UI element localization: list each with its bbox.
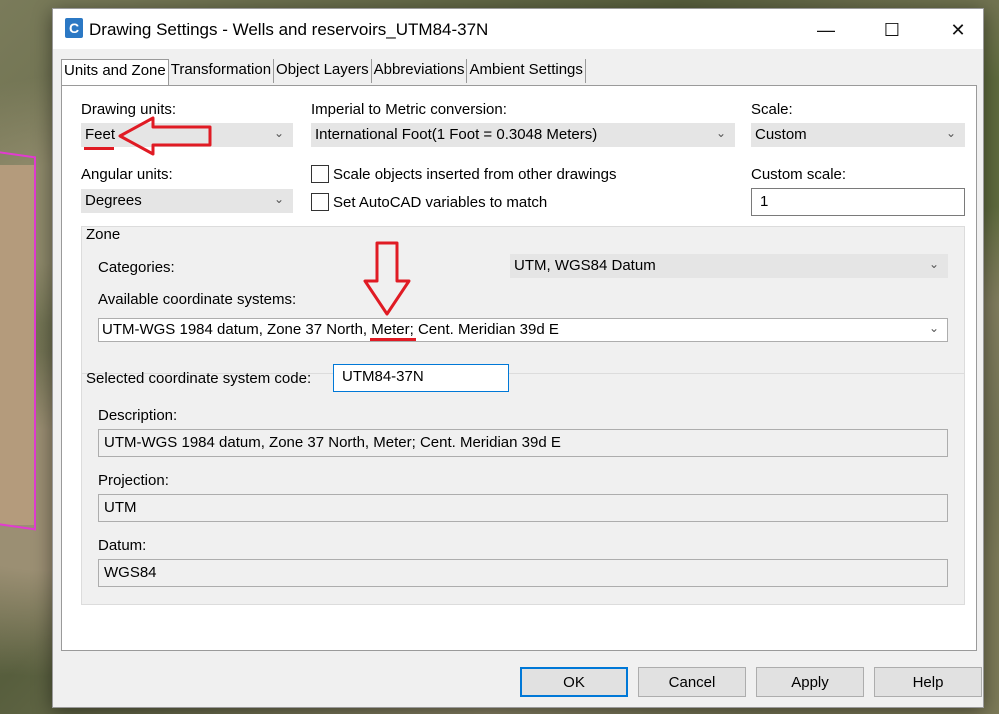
angular-units-dropdown[interactable]: Degrees ⌄ [81, 189, 293, 213]
conversion-label: Imperial to Metric conversion: [311, 101, 507, 118]
title-bar[interactable]: C Drawing Settings - Wells and reservoir… [53, 9, 983, 49]
tab-transformation[interactable]: Transformation [168, 59, 275, 83]
zone-group: Zone Categories: UTM, WGS84 Datum ⌄ Avai… [81, 226, 965, 605]
chevron-down-icon: ⌄ [273, 126, 284, 140]
set-variables-checkbox[interactable] [311, 193, 329, 211]
custom-scale-input[interactable]: 1 [751, 188, 965, 216]
scale-dropdown[interactable]: Custom ⌄ [751, 123, 965, 147]
window-title: Drawing Settings - Wells and reservoirs_… [89, 20, 489, 39]
civil3d-app-icon: C [65, 18, 83, 38]
set-variables-label: Set AutoCAD variables to match [333, 194, 548, 211]
red-arrow-down-icon [363, 241, 411, 316]
units-and-zone-panel: Drawing units: Feet ⌄ Angular units: Deg… [61, 85, 977, 651]
available-systems-label: Available coordinate systems: [98, 291, 297, 308]
drawing-units-value: Feet [85, 126, 116, 143]
red-underline-annotation [370, 338, 416, 341]
scale-label: Scale: [751, 101, 793, 118]
red-arrow-left-icon [118, 116, 212, 156]
selected-code-label: Selected coordinate system code: [86, 370, 312, 387]
projection-label: Projection: [98, 472, 169, 489]
categories-label: Categories: [98, 259, 175, 276]
datum-field: WGS84 [98, 559, 948, 587]
chevron-down-icon: ⌄ [928, 321, 939, 335]
angular-units-value: Degrees [85, 192, 142, 209]
available-systems-dropdown[interactable]: UTM-WGS 1984 datum, Zone 37 North, Meter… [98, 318, 948, 342]
map-boundary-outline [0, 150, 36, 531]
categories-value: UTM, WGS84 Datum [514, 257, 656, 274]
scale-objects-label: Scale objects inserted from other drawin… [333, 166, 617, 183]
apply-button[interactable]: Apply [756, 667, 864, 697]
scale-objects-checkbox[interactable] [311, 165, 329, 183]
ok-button[interactable]: OK [520, 667, 628, 697]
scale-value: Custom [755, 126, 807, 143]
chevron-down-icon: ⌄ [715, 126, 726, 140]
zone-group-title: Zone [86, 226, 121, 243]
categories-dropdown[interactable]: UTM, WGS84 Datum ⌄ [510, 254, 948, 278]
projection-field: UTM [98, 494, 948, 522]
tab-object-layers[interactable]: Object Layers [274, 59, 372, 83]
cancel-button[interactable]: Cancel [638, 667, 746, 697]
drawing-settings-dialog: C Drawing Settings - Wells and reservoir… [52, 8, 984, 708]
custom-scale-label: Custom scale: [751, 166, 847, 183]
description-field: UTM-WGS 1984 datum, Zone 37 North, Meter… [98, 429, 948, 457]
tab-abbreviations[interactable]: Abbreviations [371, 59, 468, 83]
conversion-dropdown[interactable]: International Foot(1 Foot = 0.3048 Meter… [311, 123, 735, 147]
maximize-button[interactable]: ☐ [869, 15, 915, 45]
help-button[interactable]: Help [874, 667, 982, 697]
chevron-down-icon: ⌄ [945, 126, 956, 140]
chevron-down-icon: ⌄ [273, 192, 284, 206]
chevron-down-icon: ⌄ [928, 257, 939, 271]
red-underline-annotation [84, 147, 114, 150]
angular-units-label: Angular units: [81, 166, 173, 183]
datum-label: Datum: [98, 537, 147, 554]
conversion-value: International Foot(1 Foot = 0.3048 Meter… [315, 126, 598, 143]
tab-ambient-settings[interactable]: Ambient Settings [467, 59, 586, 83]
available-systems-value: UTM-WGS 1984 datum, Zone 37 North, Meter… [102, 321, 559, 338]
description-label: Description: [98, 407, 178, 424]
minimize-button[interactable]: — [803, 15, 849, 45]
tab-strip: Units and Zone Transformation Object Lay… [61, 59, 586, 86]
close-button[interactable]: ✕ [935, 15, 981, 45]
selected-code-input[interactable]: UTM84-37N [333, 364, 509, 392]
tab-units-and-zone[interactable]: Units and Zone [61, 59, 169, 86]
